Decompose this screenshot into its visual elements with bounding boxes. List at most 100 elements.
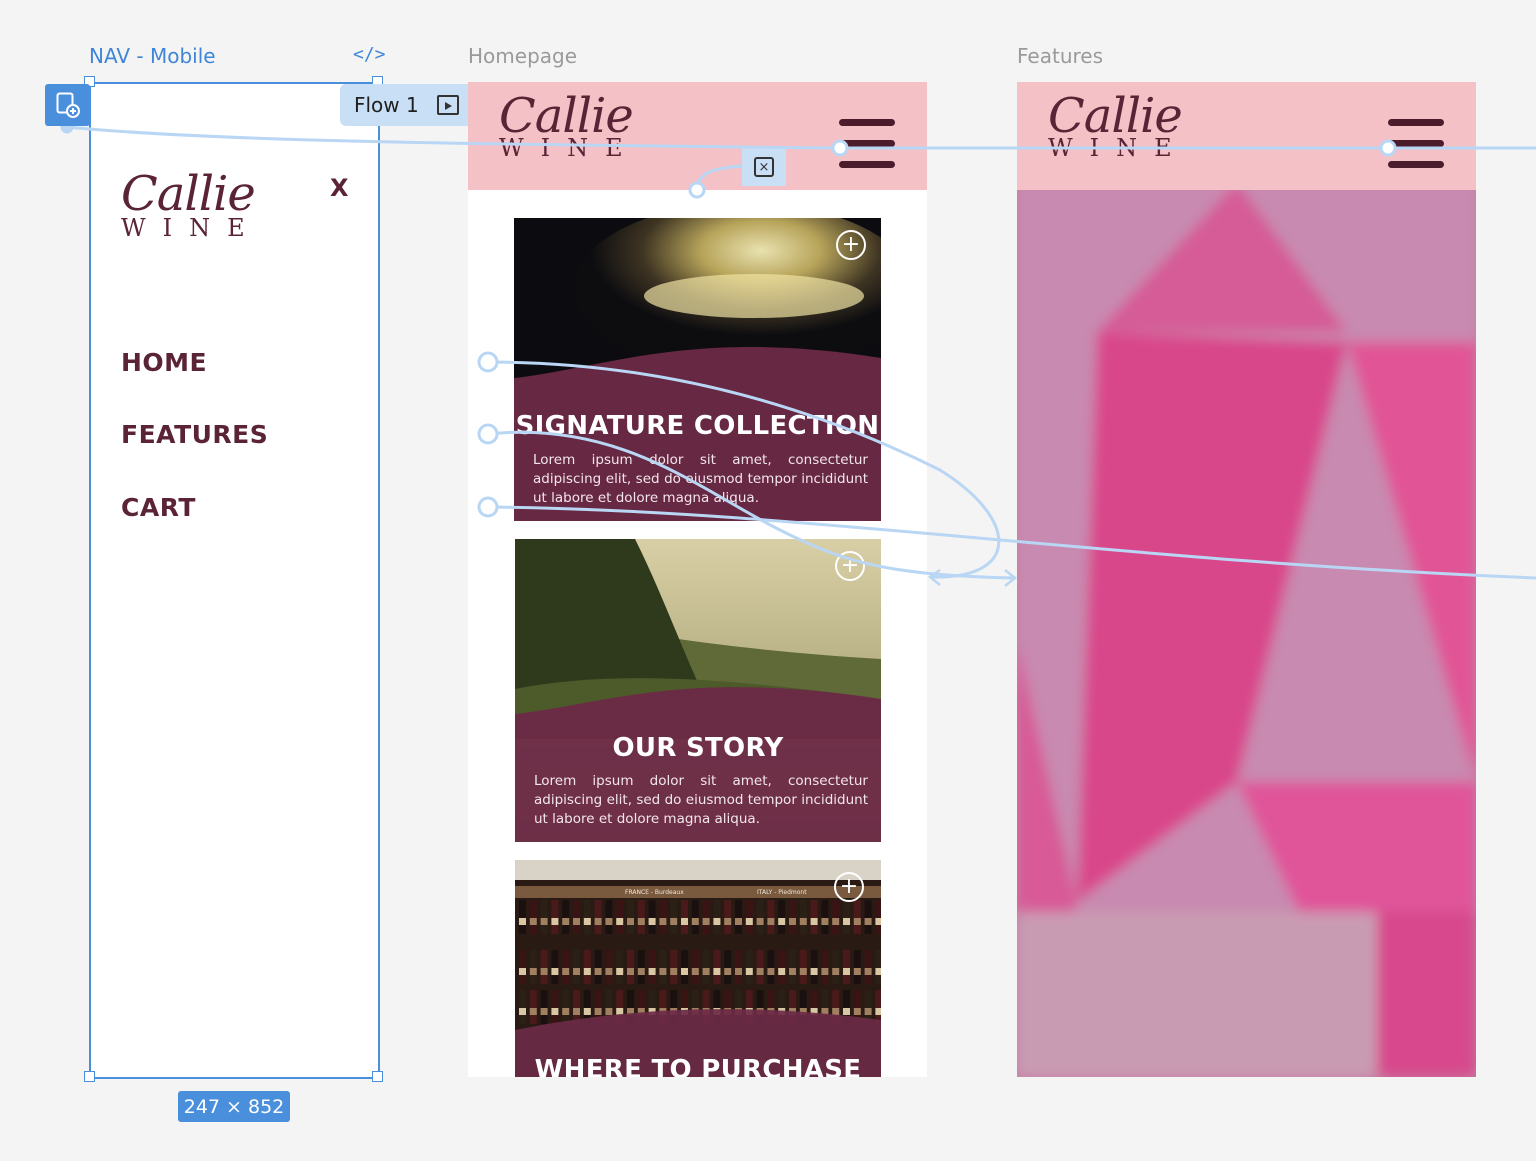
shelf-bottle (627, 900, 634, 934)
shelf-bottle (519, 950, 526, 984)
bottle-label (573, 1008, 580, 1015)
bottle-label (724, 968, 732, 975)
card-title: WHERE TO PURCHASE (534, 1055, 862, 1077)
bottle-label (637, 968, 645, 975)
shelf-bottle (843, 900, 850, 934)
shelf-bottle (529, 900, 537, 934)
bottle-label (767, 968, 775, 975)
bottle-label (832, 1008, 840, 1015)
shelf-bottle (767, 950, 775, 984)
bottle-label (573, 918, 580, 925)
shelf-bottle (573, 990, 580, 1024)
bottle-label (756, 968, 764, 975)
bottle-label (594, 968, 602, 975)
plus-circle-icon[interactable]: + (834, 872, 864, 902)
plus-circle-icon[interactable]: + (835, 551, 865, 581)
bottle-label (562, 918, 570, 925)
bottle-label (616, 968, 624, 975)
bottle-label (659, 918, 667, 925)
bottle-label (853, 918, 861, 925)
shelf-bottle (594, 950, 602, 984)
bottle-label (713, 968, 721, 975)
shelf-bottle (767, 900, 775, 934)
bottle-label (519, 968, 526, 975)
nav-link-cart[interactable]: CART (121, 493, 196, 522)
shelf-bottle (745, 900, 753, 934)
card-body: Lorem ipsum dolor sit amet, consectetur … (534, 773, 868, 827)
flow-start-tag[interactable]: Flow 1 (340, 84, 468, 126)
bottle-label (756, 918, 764, 925)
bottle-label (821, 918, 829, 925)
bottle-label (778, 968, 786, 975)
bottle-label (562, 1008, 570, 1015)
bottle-label (627, 918, 634, 925)
frame-label-nav[interactable]: NAV - Mobile (89, 44, 216, 68)
homepage-logo[interactable]: Callie WINE (499, 90, 640, 162)
bottle-label (562, 968, 570, 975)
nav-mobile-frame[interactable]: Callie WINE X HOME FEATURES CART (89, 82, 378, 1077)
shelf-bottle (583, 950, 591, 984)
nav-link-features[interactable]: FEATURES (121, 420, 268, 449)
resize-handle-bottom-right[interactable] (372, 1071, 383, 1082)
frame-label-homepage[interactable]: Homepage (468, 44, 577, 68)
nav-logo[interactable]: Callie WINE (121, 168, 262, 242)
bottle-label (594, 1008, 602, 1015)
shelf-bottle (540, 900, 548, 934)
shelf-bottle (648, 950, 656, 984)
bottle-label (832, 918, 840, 925)
shelf-bottle (745, 950, 753, 984)
shelf-bottle (605, 900, 613, 934)
bottle-label (735, 918, 742, 925)
shelf-bottle (821, 900, 829, 934)
code-icon[interactable]: </> (353, 44, 386, 65)
bottle-label (681, 968, 688, 975)
card-where-to-purchase[interactable]: FRANCE - Burdeaux ITALY - Piedmont + WHE… (515, 860, 881, 1077)
logo-caps-text: WINE (121, 214, 262, 242)
shelf-bottle (724, 900, 732, 934)
shelf-bottle (540, 950, 548, 984)
bottle-label (799, 968, 807, 975)
shelf-bottle (864, 900, 872, 934)
bottle-label (681, 918, 688, 925)
close-overlay-icon[interactable]: × (742, 148, 786, 186)
shelf-bottle (637, 950, 645, 984)
features-frame[interactable]: Callie WINE (1017, 82, 1476, 1077)
prototype-play-icon[interactable] (436, 95, 459, 115)
nav-link-home[interactable]: HOME (121, 348, 207, 377)
shelf-bottle (778, 950, 786, 984)
features-logo[interactable]: Callie WINE (1048, 90, 1189, 162)
bottle-label (702, 918, 710, 925)
add-interaction-icon[interactable] (45, 84, 90, 126)
plus-circle-icon[interactable]: + (836, 230, 866, 260)
shelf-label: FRANCE - Burdeaux (625, 889, 684, 896)
bottle-label (875, 1008, 881, 1015)
shelf-bottle (659, 950, 667, 984)
shelf-bottle (691, 900, 699, 934)
close-menu-button[interactable]: X (330, 174, 349, 202)
bottle-label (789, 918, 796, 925)
shelf-bottle (616, 900, 624, 934)
bottle-label (745, 918, 753, 925)
bottle-label (724, 918, 732, 925)
hamburger-icon[interactable] (1388, 119, 1444, 169)
shelf-bottle (670, 900, 678, 934)
shelf-bottle (713, 900, 721, 934)
bottle-label (864, 1008, 872, 1015)
homepage-frame[interactable]: Callie WINE + SIGNATURE COLLECTION Lorem… (468, 82, 927, 1077)
shelf-bottle (853, 950, 861, 984)
shelf-bottle (875, 990, 881, 1024)
bottle-label (670, 968, 678, 975)
card-body: Lorem ipsum dolor sit amet, consectetur … (533, 452, 868, 506)
hamburger-icon[interactable] (839, 119, 895, 169)
bottle-label (605, 918, 613, 925)
shelf-bottle (573, 950, 580, 984)
logo-caps-text: WINE (499, 134, 640, 162)
bottle-label (573, 968, 580, 975)
bottle-label (843, 918, 850, 925)
resize-handle-bottom-left[interactable] (84, 1071, 95, 1082)
bottle-label (637, 918, 645, 925)
card-signature-collection[interactable]: + SIGNATURE COLLECTION Lorem ipsum dolor… (514, 218, 881, 521)
frame-label-features[interactable]: Features (1017, 44, 1103, 68)
card-our-story[interactable]: + OUR STORY Lorem ipsum dolor sit amet, … (515, 539, 881, 842)
shelf-bottle (735, 950, 742, 984)
